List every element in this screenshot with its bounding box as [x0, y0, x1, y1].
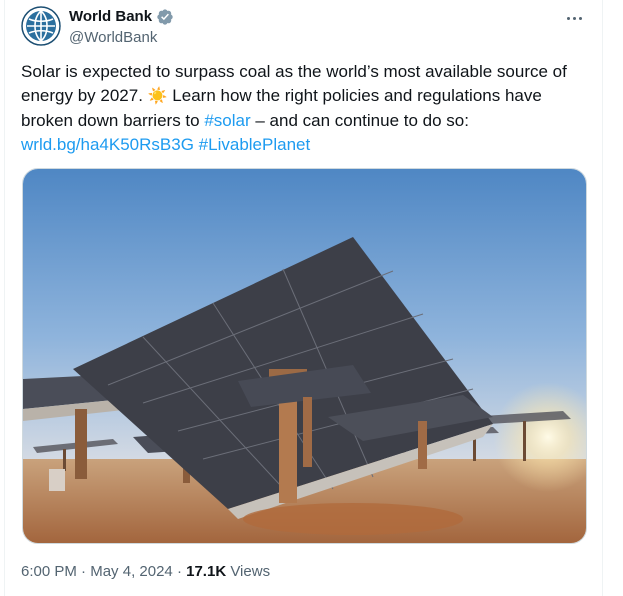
author-display-name[interactable]: World Bank — [69, 7, 152, 27]
tweet-card: World Bank @WorldBank Solar is expected … — [4, 0, 603, 596]
world-bank-logo-icon[interactable] — [21, 6, 61, 46]
tweet-date[interactable]: May 4, 2024 — [90, 563, 173, 580]
meta-separator-2: · — [172, 563, 187, 580]
tweet-photo[interactable] — [22, 168, 587, 544]
url-link[interactable]: wrld.bg/ha4K50RsB3G — [21, 135, 194, 154]
tweet-time[interactable]: 6:00 PM — [21, 563, 77, 580]
solar-panels-image — [23, 169, 586, 543]
views-count: 17.1K — [186, 563, 227, 580]
tweet-meta: 6:00 PM · May 4, 2024 · 17.1K Views — [21, 562, 270, 582]
hashtag-solar-link[interactable]: #solar — [204, 111, 250, 130]
sun-emoji-icon: ☀️ — [147, 88, 168, 105]
author-names: World Bank @WorldBank — [69, 7, 174, 48]
author-handle[interactable]: @WorldBank — [69, 28, 174, 48]
tweet-text-part3: – and can continue to do so: — [250, 111, 469, 130]
tweet-text: Solar is expected to surpass coal as the… — [21, 60, 591, 157]
meta-separator: · — [76, 563, 91, 580]
more-options-icon[interactable] — [560, 8, 588, 28]
hashtag-livableplanet-link[interactable]: #LivablePlanet — [199, 135, 311, 154]
views-label: Views — [226, 563, 271, 580]
verified-badge-icon[interactable] — [156, 8, 174, 26]
tweet-header: World Bank @WorldBank — [21, 6, 586, 50]
